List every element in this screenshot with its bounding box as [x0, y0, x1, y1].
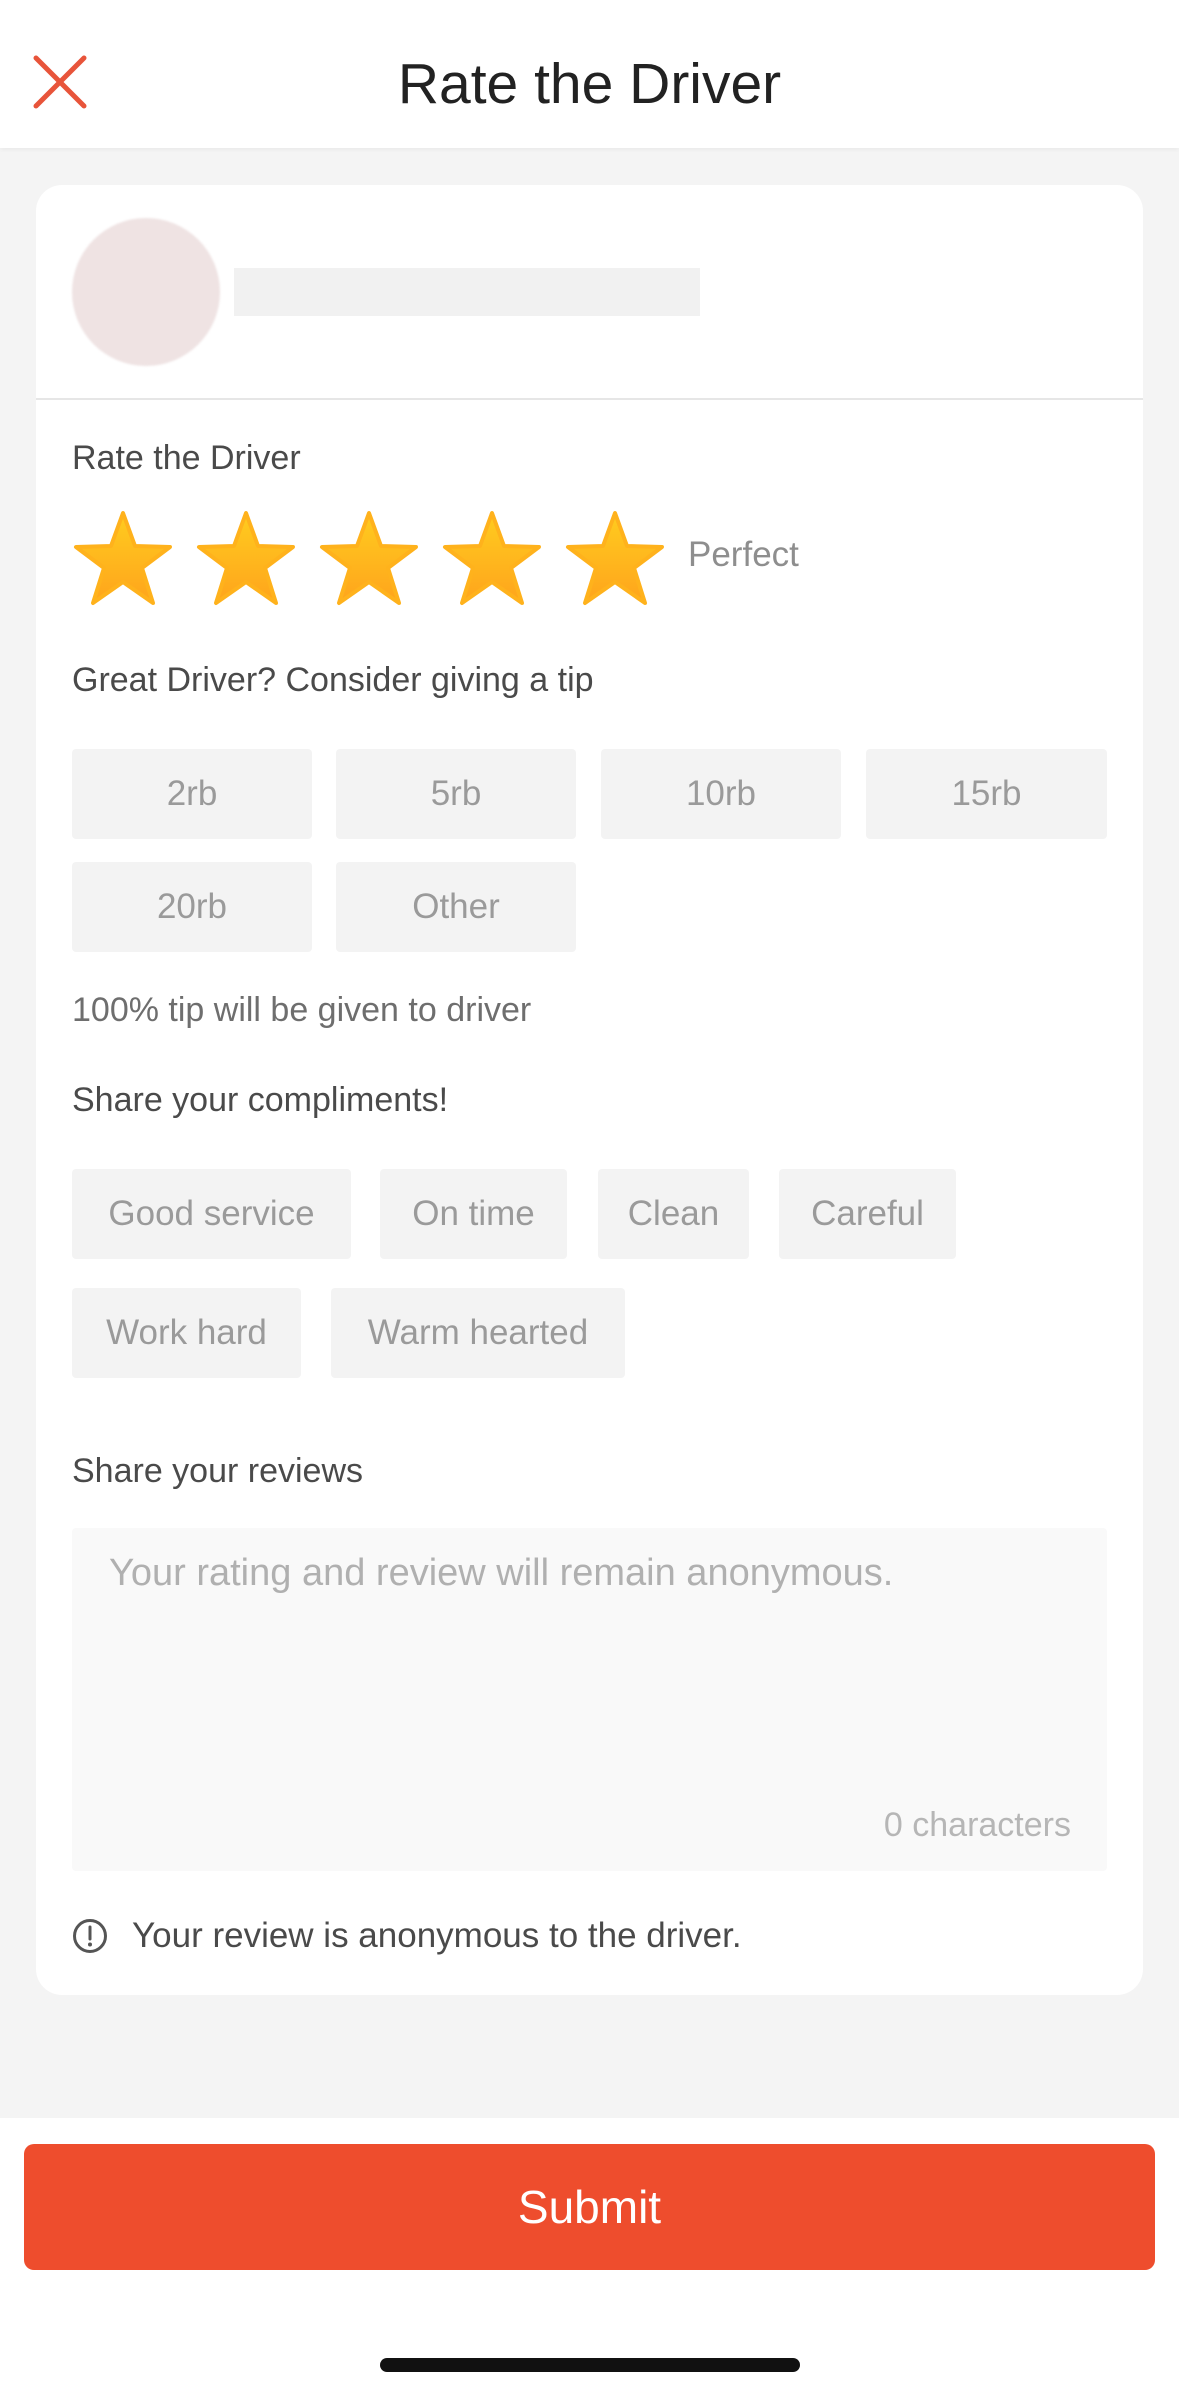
- compliment-clean[interactable]: Clean: [598, 1169, 749, 1259]
- driver-name-placeholder: [234, 268, 700, 316]
- page-title: Rate the Driver: [397, 52, 782, 116]
- compliments-label: Share your compliments!: [72, 1081, 449, 1119]
- star-5-icon[interactable]: [564, 510, 666, 610]
- home-indicator[interactable]: [380, 2358, 800, 2372]
- compliment-warm-hearted[interactable]: Warm hearted: [331, 1288, 625, 1378]
- review-label: Share your reviews: [72, 1452, 364, 1490]
- character-count: 0 characters: [883, 1806, 1071, 1844]
- anonymity-text: Your review is anonymous to the driver.: [132, 1916, 742, 1955]
- rating-label: Rate the Driver: [72, 439, 301, 477]
- compliment-good-service[interactable]: Good service: [72, 1169, 351, 1259]
- tip-note: 100% tip will be given to driver: [72, 991, 532, 1029]
- compliment-on-time[interactable]: On time: [380, 1169, 567, 1259]
- submit-button[interactable]: Submit: [24, 2144, 1155, 2270]
- tip-option-20rb[interactable]: 20rb: [72, 862, 312, 952]
- tip-option-5rb[interactable]: 5rb: [336, 749, 576, 839]
- star-3-icon[interactable]: [318, 510, 420, 610]
- tip-label: Great Driver? Consider giving a tip: [72, 661, 594, 699]
- compliment-work-hard[interactable]: Work hard: [72, 1288, 301, 1378]
- rating-text: Perfect: [688, 535, 799, 574]
- compliment-careful[interactable]: Careful: [779, 1169, 956, 1259]
- review-placeholder: Your rating and review will remain anony…: [109, 1552, 894, 1594]
- tip-option-15rb[interactable]: 15rb: [866, 749, 1107, 839]
- footer-bar: Submit: [0, 2118, 1179, 2396]
- tip-option-other[interactable]: Other: [336, 862, 576, 952]
- driver-avatar: [72, 218, 220, 366]
- info-icon: [73, 1919, 107, 1953]
- star-2-icon[interactable]: [195, 510, 297, 610]
- star-1-icon[interactable]: [72, 510, 174, 610]
- header-bar: Rate the Driver: [0, 0, 1179, 148]
- review-textarea[interactable]: Your rating and review will remain anony…: [72, 1528, 1107, 1871]
- star-4-icon[interactable]: [441, 510, 543, 610]
- tip-option-2rb[interactable]: 2rb: [72, 749, 312, 839]
- divider: [36, 398, 1143, 400]
- rating-card: Rate the Driver Perfect Great Driver? Co…: [36, 185, 1143, 1995]
- tip-option-10rb[interactable]: 10rb: [601, 749, 841, 839]
